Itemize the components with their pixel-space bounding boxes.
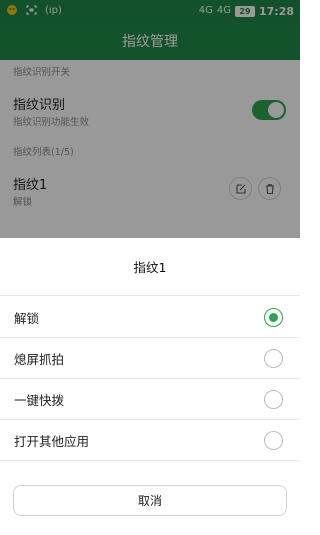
radio-unchecked-icon[interactable] — [264, 389, 283, 409]
cancel-button[interactable]: 取消 — [13, 485, 287, 516]
option-quick-dial[interactable]: 一键快拨 — [0, 379, 300, 420]
radio-unchecked-icon[interactable] — [264, 348, 283, 368]
radio-unchecked-icon[interactable] — [264, 430, 283, 450]
option-label: 熄屏抓拍 — [14, 351, 65, 367]
option-open-other-app[interactable]: 打开其他应用 — [0, 420, 300, 461]
fingerprint-action-sheet: 指纹1 解锁 熄屏抓拍 一键快拨 打开其他应用 取消 — [0, 238, 300, 535]
sheet-title: 指纹1 — [0, 238, 300, 296]
radio-checked-icon[interactable] — [264, 307, 283, 327]
option-label: 一键快拨 — [14, 392, 65, 408]
option-screen-off-capture[interactable]: 熄屏抓拍 — [0, 338, 300, 379]
option-label: 打开其他应用 — [14, 433, 90, 449]
option-unlock[interactable]: 解锁 — [0, 297, 300, 338]
option-label: 解锁 — [14, 310, 40, 326]
